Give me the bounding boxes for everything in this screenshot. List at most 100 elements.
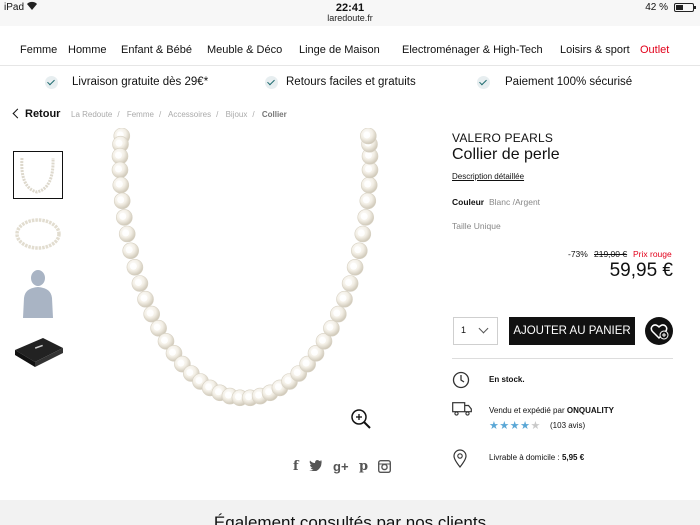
pearl-highlight — [365, 165, 372, 173]
pearl-highlight — [365, 151, 372, 159]
pearl-highlight — [274, 383, 282, 391]
twitter-icon[interactable] — [309, 459, 323, 474]
pearl-highlight — [284, 377, 292, 384]
pearl-highlight — [153, 323, 161, 331]
pearl-highlight — [177, 359, 185, 367]
quantity-value: 1 — [461, 325, 467, 335]
pearl-highlight — [224, 391, 232, 399]
facebook-icon[interactable]: f — [293, 459, 299, 474]
nav-item-loisirs[interactable]: Loisirs & sport — [560, 44, 630, 56]
product-brand[interactable]: VALERO PEARLS — [452, 131, 553, 145]
instagram-icon[interactable] — [377, 459, 392, 476]
description-link[interactable]: Description détaillée — [452, 172, 524, 181]
recommendations-section: Également consultés par nos clients — [0, 500, 700, 525]
breadcrumb-current: Collier — [261, 110, 287, 119]
pearl-highlight — [129, 262, 137, 270]
pearl-highlight — [350, 262, 358, 270]
pearl-highlight — [302, 359, 310, 367]
thumbnail-box[interactable] — [13, 330, 63, 378]
pearl-highlight — [186, 369, 194, 376]
clock-icon — [452, 371, 470, 394]
pearl-highlight — [205, 383, 213, 391]
divider — [452, 358, 673, 359]
old-price: 219,00 € — [594, 249, 628, 259]
pearl-highlight — [255, 391, 263, 399]
reassurance-payment: Paiement 100% sécurisé — [505, 76, 633, 88]
star-icon: ★ — [499, 420, 510, 432]
nav-item-linge[interactable]: Linge de Maison — [299, 44, 380, 56]
pearl-highlight — [115, 165, 122, 173]
pearl-highlight — [125, 246, 133, 254]
chevron-left-icon[interactable] — [12, 108, 23, 119]
nav-item-meuble[interactable]: Meuble & Déco — [207, 44, 282, 56]
pearl-highlight — [214, 388, 222, 396]
color-value: Blanc /Argent — [489, 197, 541, 207]
breadcrumb-item[interactable]: Femme — [127, 110, 154, 119]
delivery-price: 5,95 € — [561, 453, 585, 462]
pearl-highlight — [293, 369, 301, 376]
pearl-highlight — [363, 131, 371, 139]
star-icon: ★ — [509, 420, 521, 432]
battery-level: 42 % — [645, 2, 668, 13]
recommendations-heading: Également consultés par nos clients — [213, 513, 487, 525]
breadcrumb: La Redoute / Femme / Accessoires / Bijoux / … — [71, 110, 287, 119]
nav-item-outlet[interactable]: Outlet — [640, 44, 669, 56]
pearl-highlight — [134, 279, 142, 286]
status-bar: iPad 22:41 laredoute.fr 42 % — [0, 0, 700, 26]
pinterest-icon[interactable]: p — [359, 459, 368, 474]
breadcrumb-item[interactable]: Accessoires — [168, 110, 211, 119]
color-label: Couleur — [452, 197, 485, 207]
nav-item-homme[interactable]: Homme — [68, 44, 107, 56]
size-value: Taille Unique — [452, 221, 501, 231]
delivery-info: Livrable à domicile : 5,95 € — [489, 453, 584, 462]
thumbnail-necklace[interactable] — [13, 151, 63, 199]
pearl-highlight — [161, 336, 168, 344]
rating-stars[interactable]: ★★★★★ — [489, 419, 541, 432]
thumbnail-bust[interactable] — [13, 268, 63, 318]
heart-add-icon[interactable] — [645, 317, 673, 345]
pearl-highlight — [115, 151, 122, 159]
back-link[interactable]: Retour — [25, 108, 60, 120]
star-icon: ★ — [530, 420, 541, 432]
check-icon — [45, 76, 58, 89]
stock-status: En stock. — [489, 375, 525, 384]
nav-item-femme[interactable]: Femme — [20, 44, 57, 56]
reassurance-shipping: Livraison gratuite dès 29€* — [72, 76, 209, 88]
breadcrumb-item[interactable]: La Redoute — [71, 110, 112, 119]
pearl-highlight — [115, 139, 123, 147]
discount-badge: -73% — [568, 249, 588, 259]
nav-item-enfant[interactable]: Enfant & Bébé — [121, 44, 192, 56]
zoom-in-icon[interactable] — [350, 408, 372, 435]
chevron-down-icon — [478, 323, 489, 334]
add-to-cart-button[interactable]: AJOUTER AU PANIER — [509, 317, 635, 345]
thumbnail-necklace-round[interactable] — [13, 210, 63, 258]
pearl-highlight — [354, 246, 362, 254]
pearl-highlight — [245, 393, 253, 401]
seller-prefix: Vendu et expédié par — [489, 406, 565, 415]
pearl-highlight — [333, 309, 341, 317]
pearl-highlight — [265, 388, 273, 396]
pearl-highlight — [319, 336, 326, 344]
battery-icon — [674, 3, 696, 12]
pearl-highlight — [339, 294, 347, 302]
reassurance-bar: Livraison gratuite dès 29€* Retours faci… — [0, 68, 700, 98]
product-image[interactable] — [80, 127, 410, 418]
price-type-label: Prix rouge — [633, 249, 672, 259]
googleplus-icon[interactable]: g+ — [333, 459, 349, 474]
current-price: 59,95 € — [609, 260, 673, 281]
star-icon: ★ — [489, 420, 500, 432]
quantity-select[interactable]: 1 — [453, 317, 498, 345]
pearl-highlight — [234, 393, 242, 401]
truck-icon — [452, 402, 472, 421]
review-count[interactable]: (103 avis) — [550, 421, 585, 430]
seller-name[interactable]: ONQUALITY — [567, 406, 614, 415]
url-domain[interactable]: laredoute.fr — [0, 13, 700, 23]
main-nav: Femme Homme Enfant & Bébé Meuble & Déco … — [0, 36, 700, 66]
pearl-highlight — [345, 279, 353, 286]
nav-item-electromenager[interactable]: Electroménager & High-Tech — [402, 44, 543, 56]
pearl-highlight — [362, 196, 370, 204]
pearl-highlight — [146, 309, 154, 317]
pearl-highlight — [195, 377, 203, 384]
pearl-highlight — [117, 196, 125, 204]
breadcrumb-item[interactable]: Bijoux — [226, 110, 248, 119]
